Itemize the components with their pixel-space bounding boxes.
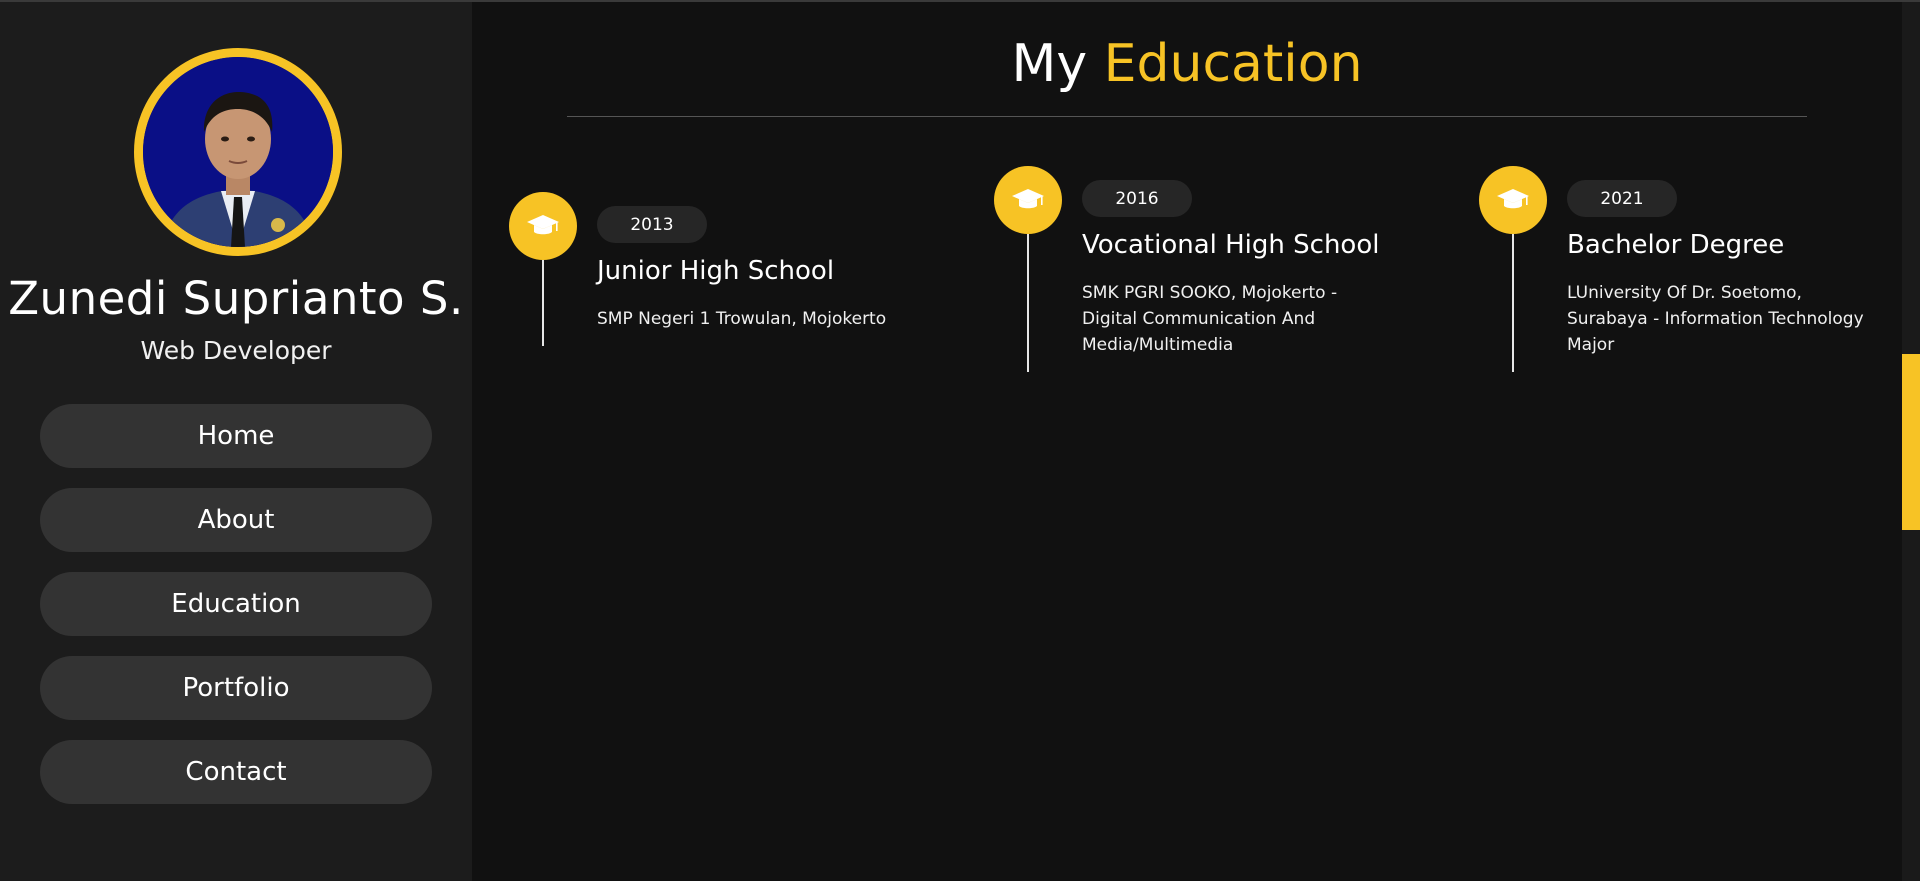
education-description: SMP Negeri 1 Trowulan, Mojokerto xyxy=(597,309,887,329)
title-divider xyxy=(567,116,1807,117)
main-content: My Education 2013 Junior High School SMP… xyxy=(472,2,1900,881)
graduation-cap-icon xyxy=(1479,166,1547,234)
graduation-cap-icon xyxy=(509,192,577,260)
profile-name: Zunedi Suprianto S. xyxy=(8,272,464,325)
education-description: SMK PGRI SOOKO, Mojokerto - Digital Comm… xyxy=(1082,283,1338,355)
nav-contact-button[interactable]: Contact xyxy=(40,740,432,804)
education-year-badge: 2021 xyxy=(1567,180,1677,217)
page-title-prefix: My xyxy=(1011,34,1088,94)
sidebar: Zunedi Suprianto S. Web Developer Home A… xyxy=(0,2,472,881)
education-year-badge: 2016 xyxy=(1082,180,1192,217)
nav-education-button[interactable]: Education xyxy=(40,572,432,636)
page-title-accent: Education xyxy=(1103,34,1363,94)
education-description: LUniversity Of Dr. Soetomo, Surabaya - I… xyxy=(1567,283,1864,355)
nav-about-button[interactable]: About xyxy=(40,488,432,552)
scrollbar-thumb[interactable] xyxy=(1902,354,1920,530)
timeline-stem xyxy=(1512,234,1514,372)
sidebar-nav: Home About Education Portfolio Contact xyxy=(40,404,432,824)
timeline-stem xyxy=(1027,234,1029,372)
profile-role: Web Developer xyxy=(140,336,332,365)
nav-portfolio-button[interactable]: Portfolio xyxy=(40,656,432,720)
avatar xyxy=(134,48,342,256)
page-title: My Education xyxy=(472,34,1902,94)
education-year-badge: 2013 xyxy=(597,206,707,243)
education-title: Bachelor Degree xyxy=(1567,230,1785,260)
timeline-stem xyxy=(542,260,544,346)
education-title: Vocational High School xyxy=(1082,230,1380,260)
nav-home-button[interactable]: Home xyxy=(40,404,432,468)
graduation-cap-icon xyxy=(994,166,1062,234)
education-title: Junior High School xyxy=(597,256,835,286)
